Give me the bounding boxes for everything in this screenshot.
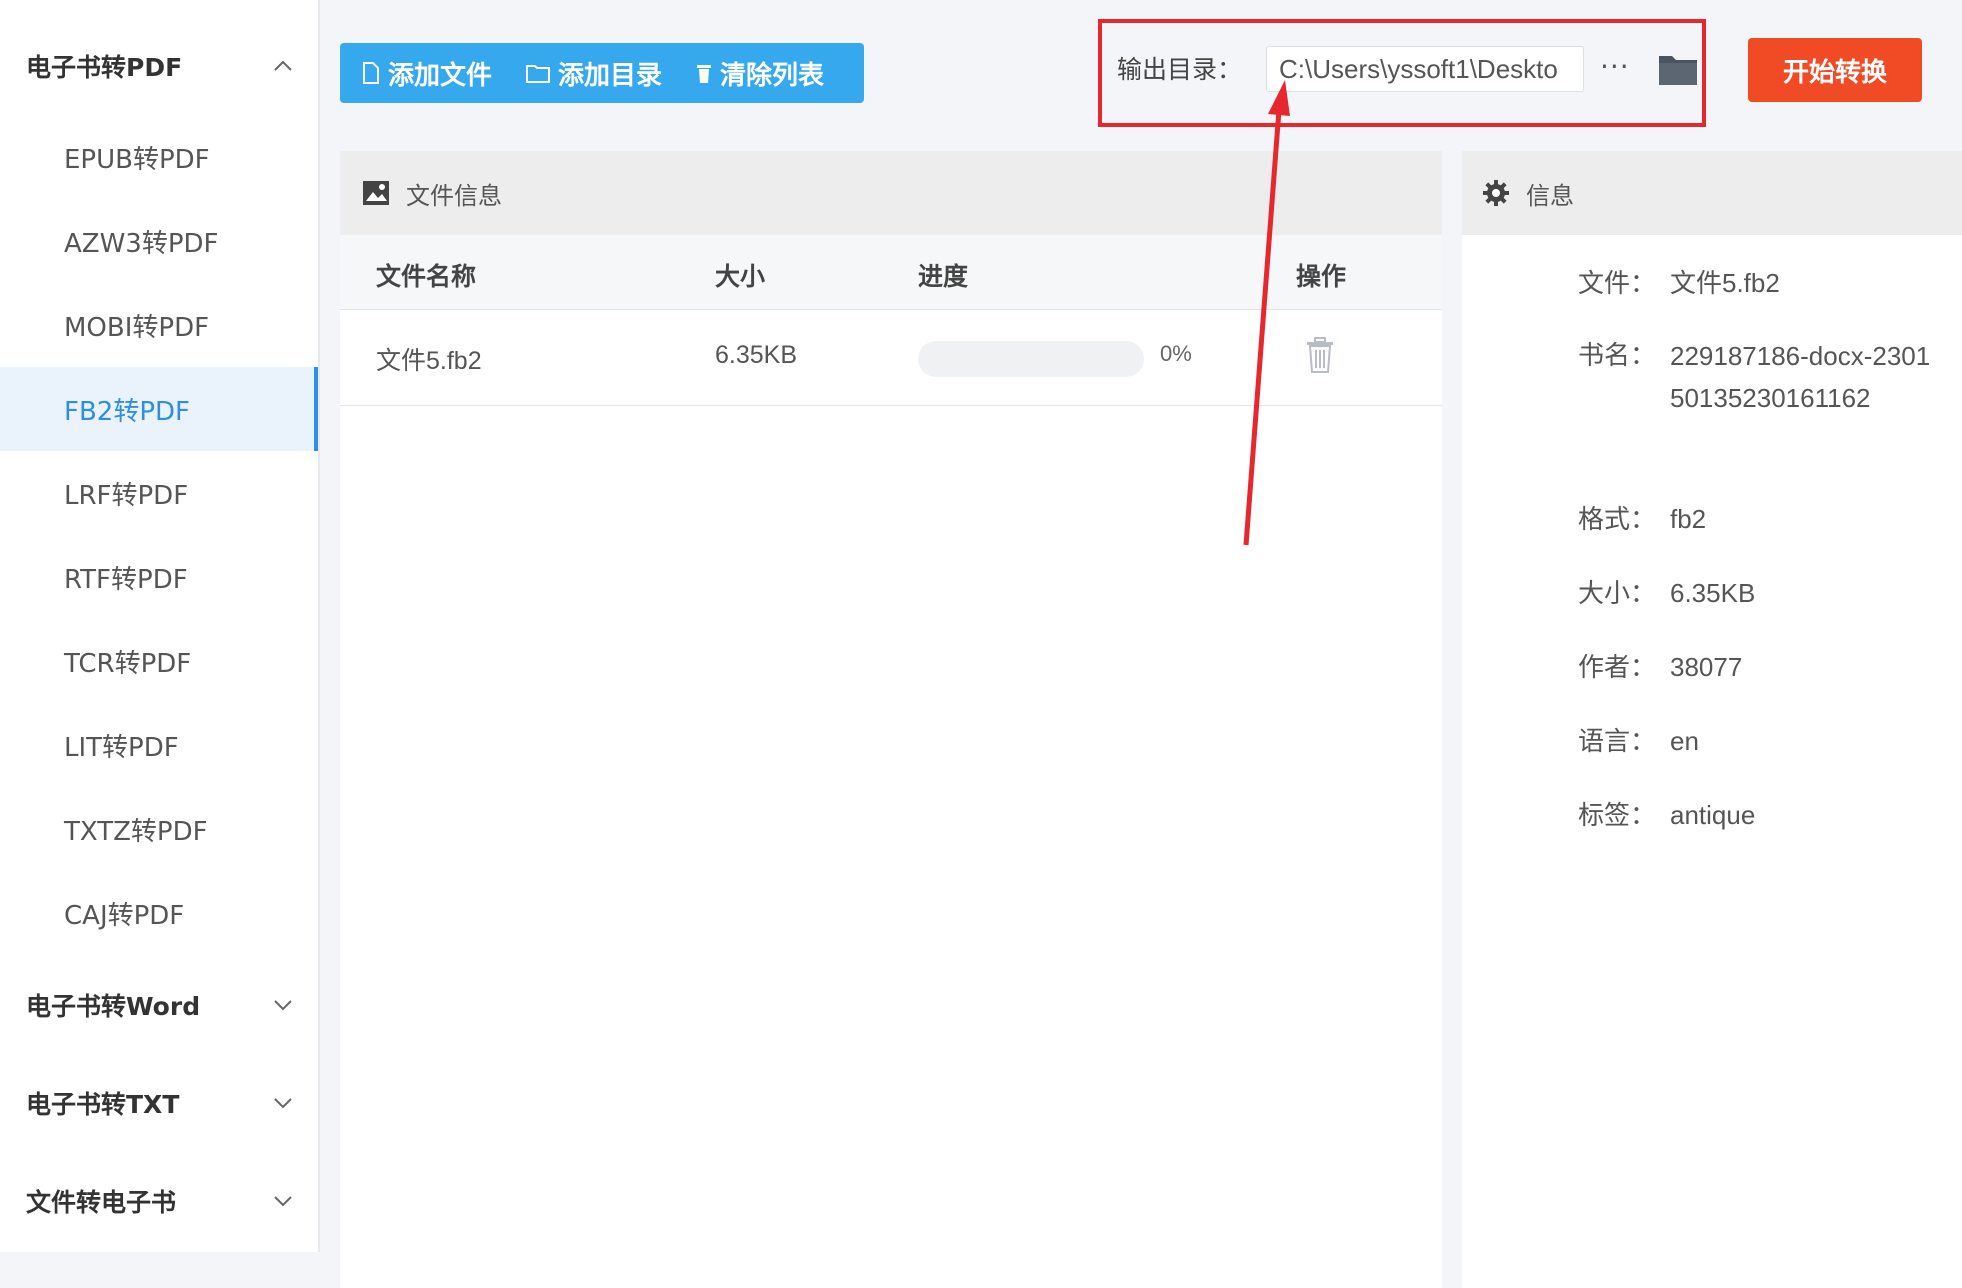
info-row-file: 文件： 文件5.fb2 [1578, 268, 1780, 299]
info-row-author: 作者： 38077 [1578, 652, 1743, 683]
info-row-format: 格式： fb2 [1578, 504, 1707, 535]
col-header-size: 大小 [715, 262, 766, 291]
file-list-panel: 文件信息 文件名称 大小 进度 操作 文件5.fb2 6.35KB 0% [340, 151, 1442, 1288]
chevron-down-icon [270, 992, 296, 1018]
sidebar-item-lrf-to-pdf[interactable]: LRF转PDF [0, 451, 318, 535]
progress-bar [918, 341, 1144, 377]
add-file-button[interactable]: 添加文件 [340, 43, 504, 103]
info-row-size: 大小： 6.35KB [1578, 578, 1756, 609]
toolbar: 添加文件 添加目录 清除列表 [340, 43, 864, 103]
sidebar-group-label: 电子书转Word [26, 992, 201, 1021]
trash-icon [1307, 337, 1333, 373]
col-header-action: 操作 [1296, 262, 1347, 291]
sidebar-group-label: 文件转电子书 [26, 1188, 177, 1217]
chevron-down-icon [270, 1188, 296, 1214]
sidebar-item-rtf-to-pdf[interactable]: RTF转PDF [0, 535, 318, 619]
file-size-cell: 6.35KB [715, 341, 798, 369]
chevron-up-icon [270, 53, 296, 79]
sidebar-item-azw3-to-pdf[interactable]: AZW3转PDF [0, 199, 318, 283]
file-panel-header: 文件信息 [340, 151, 1442, 235]
file-icon [363, 62, 379, 84]
sidebar-item-epub-to-pdf[interactable]: EPUB转PDF [0, 115, 318, 199]
sidebar-group-ebook-to-pdf[interactable]: 电子书转PDF [26, 36, 296, 96]
trash-icon [697, 65, 712, 83]
file-panel-title: 文件信息 [406, 181, 502, 210]
gear-icon [1483, 180, 1509, 206]
browse-more-button[interactable]: ··· [1600, 50, 1630, 83]
info-panel: 信息 文件： 文件5.fb2 书名： 229187186-docx-23015013… [1462, 151, 1962, 1288]
info-row-tags: 标签： antique [1578, 800, 1756, 831]
info-panel-title: 信息 [1526, 181, 1574, 210]
sidebar: 电子书转PDF EPUB转PDF AZW3转PDF MOBI转PDF FB2转P… [0, 0, 320, 1252]
folder-icon[interactable] [1658, 52, 1698, 90]
sidebar-item-fb2-to-pdf[interactable]: FB2转PDF [0, 367, 318, 451]
info-row-title: 书名： 229187186-docx-230150135230161162 [1578, 341, 1931, 413]
col-header-progress: 进度 [918, 262, 969, 291]
start-convert-button[interactable]: 开始转换 [1748, 38, 1922, 102]
file-name-cell: 文件5.fb2 [376, 347, 482, 375]
clear-list-button[interactable]: 清除列表 [674, 43, 836, 103]
table-row[interactable]: 文件5.fb2 6.35KB 0% [340, 309, 1442, 406]
sidebar-item-tcr-to-pdf[interactable]: TCR转PDF [0, 619, 318, 703]
output-dir-label: 输出目录： [1117, 55, 1243, 84]
sidebar-item-txtz-to-pdf[interactable]: TXTZ转PDF [0, 787, 318, 871]
add-directory-button[interactable]: 添加目录 [504, 43, 674, 103]
sidebar-item-caj-to-pdf[interactable]: CAJ转PDF [0, 871, 318, 955]
delete-row-button[interactable] [1306, 337, 1334, 377]
file-table-header: 文件名称 大小 进度 操作 [340, 235, 1442, 310]
sidebar-item-lit-to-pdf[interactable]: LIT转PDF [0, 703, 318, 787]
output-dir-input[interactable]: C:\Users\yssoft1\Deskto [1266, 46, 1584, 92]
sidebar-group-file-to-ebook[interactable]: 文件转电子书 [26, 1171, 296, 1231]
info-panel-header: 信息 [1462, 151, 1962, 235]
sidebar-group-label: 电子书转TXT [26, 1090, 180, 1119]
sidebar-group-ebook-to-word[interactable]: 电子书转Word [26, 975, 296, 1035]
folder-outline-icon [526, 65, 551, 83]
progress-label: 0% [1160, 341, 1192, 366]
info-row-language: 语言： en [1578, 726, 1699, 757]
image-icon [363, 181, 389, 205]
sidebar-item-mobi-to-pdf[interactable]: MOBI转PDF [0, 283, 318, 367]
col-header-name: 文件名称 [376, 262, 477, 291]
chevron-down-icon [270, 1090, 296, 1116]
sidebar-group-label: 电子书转PDF [26, 53, 183, 82]
sidebar-group-ebook-to-txt[interactable]: 电子书转TXT [26, 1073, 296, 1133]
